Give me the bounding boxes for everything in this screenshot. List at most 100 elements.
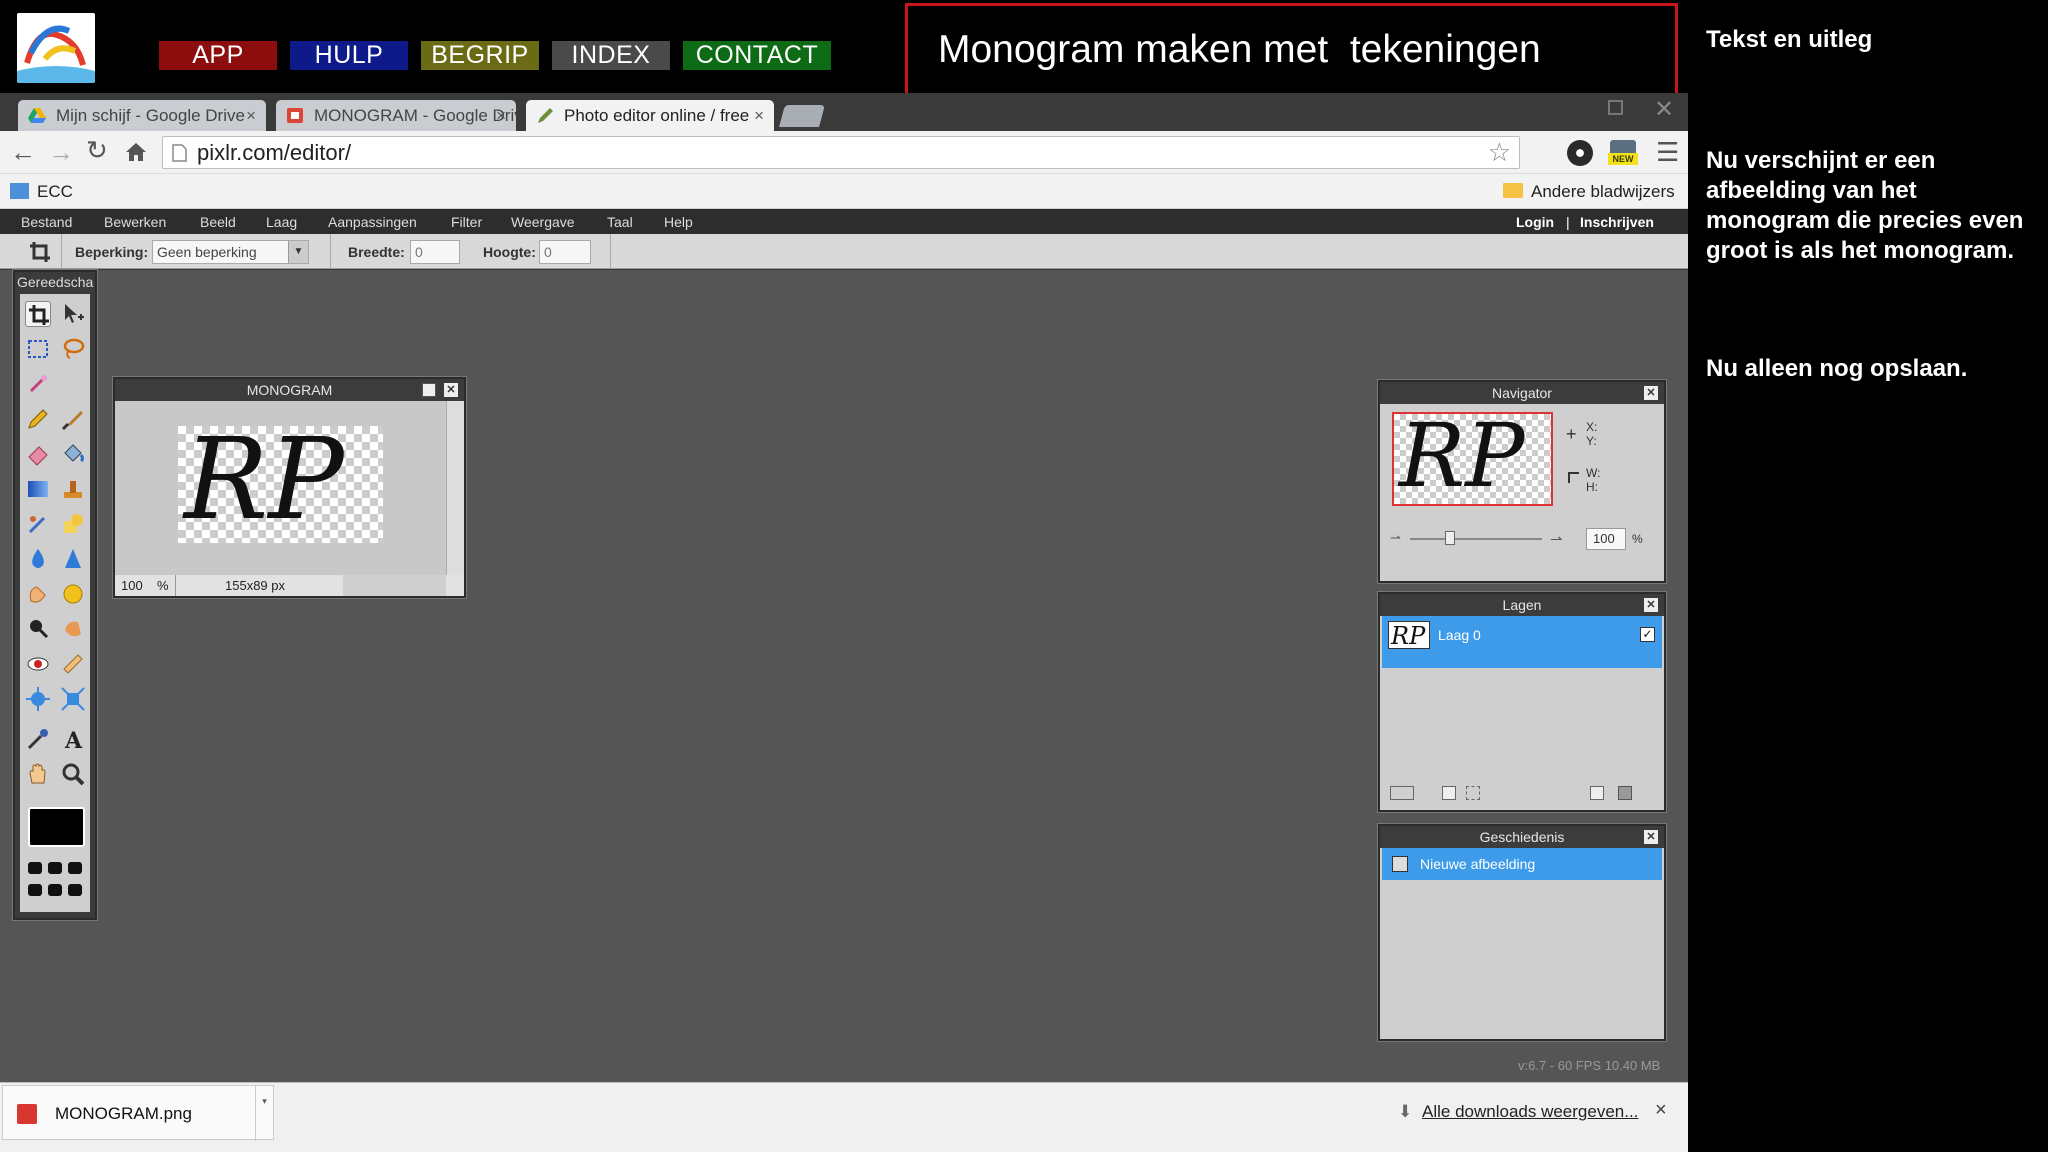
color-replace-icon[interactable] [25, 511, 51, 537]
menu-aanpassingen[interactable]: Aanpassingen [328, 214, 417, 230]
menu-beeld[interactable]: Beeld [200, 214, 236, 230]
nav-index-button[interactable]: INDEX [552, 41, 670, 70]
tab-google-drive[interactable]: Mijn schijf - Google Drive × [18, 100, 266, 131]
chrome-extension-icon[interactable] [1567, 140, 1593, 166]
image-size: 155x89 px [225, 578, 285, 593]
site-logo[interactable] [17, 13, 95, 83]
dodge-icon[interactable] [25, 616, 51, 642]
zoom-level[interactable]: 100 [121, 575, 143, 596]
stamp-icon[interactable] [60, 476, 86, 502]
menu-laag[interactable]: Laag [266, 214, 297, 230]
zoom-in-icon[interactable]: ⇀ [1550, 530, 1563, 548]
address-bar[interactable]: pixlr.com/editor/ ☆ [162, 136, 1520, 169]
spot-heal-icon[interactable] [60, 651, 86, 677]
lasso-icon[interactable] [60, 336, 86, 362]
download-item[interactable]: MONOGRAM.png ▾ [2, 1085, 274, 1141]
tab-monogram-drive[interactable]: MONOGRAM - Google Drive × [276, 100, 516, 131]
crop-icon[interactable] [25, 301, 51, 327]
color-picker-icon[interactable] [25, 726, 51, 752]
beperking-select[interactable]: Geen beperking ▼ [152, 240, 309, 264]
download-menu-icon[interactable]: ▾ [255, 1086, 273, 1141]
nav-app-button[interactable]: APP [159, 41, 277, 70]
breedte-field[interactable]: 0 [410, 240, 460, 264]
smudge-icon[interactable] [25, 581, 51, 607]
new-tab-button[interactable] [779, 105, 825, 127]
sponge-icon[interactable] [60, 581, 86, 607]
navigator-zoom-field[interactable]: 100 [1586, 528, 1626, 550]
new-extension-icon[interactable]: NEW [1608, 138, 1638, 168]
history-panel: Geschiedenis ✕ Nieuwe afbeelding [1378, 824, 1666, 1041]
signup-link[interactable]: Inschrijven [1580, 214, 1654, 230]
zoom-slider[interactable] [1410, 531, 1542, 545]
nav-begrip-button[interactable]: BEGRIP [421, 41, 539, 70]
sharpen-icon[interactable] [60, 546, 86, 572]
home-icon[interactable] [124, 140, 148, 164]
close-tab-icon[interactable]: × [246, 100, 256, 131]
pencil-icon[interactable] [25, 406, 51, 432]
nav-contact-button[interactable]: CONTACT [683, 41, 831, 70]
brush-icon[interactable] [60, 406, 86, 432]
close-tab-icon[interactable]: × [496, 100, 506, 131]
shape-icon[interactable] [60, 511, 86, 537]
close-icon[interactable]: ✕ [1644, 598, 1658, 612]
foreground-color-swatch[interactable] [28, 807, 85, 847]
hoogte-field[interactable]: 0 [539, 240, 591, 264]
trash-icon[interactable] [1618, 786, 1632, 800]
blur-icon[interactable] [25, 546, 51, 572]
menu-taal[interactable]: Taal [607, 214, 633, 230]
marquee-icon[interactable] [25, 336, 51, 362]
menu-bestand[interactable]: Bestand [21, 214, 72, 230]
reload-icon[interactable]: ↻ [86, 135, 108, 166]
close-icon[interactable]: ✕ [1644, 830, 1658, 844]
layer-settings-icon[interactable] [1390, 786, 1414, 800]
layer-style-icon[interactable] [1442, 786, 1456, 800]
bookmark-ecc[interactable]: ECC [37, 182, 73, 202]
chrome-menu-icon[interactable]: ☰ [1656, 137, 1679, 168]
layer-visibility-checkbox[interactable]: ✓ [1640, 627, 1655, 642]
vertical-scrollbar[interactable] [446, 401, 464, 575]
magic-wand-icon[interactable] [25, 371, 51, 397]
close-window-icon[interactable]: ✕ [1654, 95, 1674, 124]
red-eye-icon[interactable] [25, 651, 51, 677]
menu-bewerken[interactable]: Bewerken [104, 214, 166, 230]
gradient-icon[interactable] [25, 476, 51, 502]
pinch-icon[interactable] [60, 686, 86, 712]
nav-hulp-button[interactable]: HULP [290, 41, 408, 70]
layer-mask-icon[interactable] [1466, 786, 1480, 800]
tool-grid-toggle[interactable] [26, 860, 86, 900]
layer-row[interactable]: RP Laag 0 ✓ [1382, 616, 1662, 668]
menu-weergave[interactable]: Weergave [511, 214, 575, 230]
close-tab-icon[interactable]: × [754, 100, 764, 131]
history-item[interactable]: Nieuwe afbeelding [1382, 848, 1662, 880]
restore-window-icon[interactable] [1608, 100, 1623, 115]
bookmark-star-icon[interactable]: ☆ [1488, 137, 1511, 168]
new-layer-icon[interactable] [1590, 786, 1604, 800]
tab-pixlr[interactable]: Photo editor online / free × [526, 100, 774, 131]
move-icon[interactable] [60, 301, 86, 327]
url-text: pixlr.com/editor/ [197, 140, 352, 165]
menu-help[interactable]: Help [664, 214, 693, 230]
maximize-icon[interactable] [422, 383, 436, 397]
hand-icon[interactable] [25, 761, 51, 787]
zoom-slider-thumb[interactable] [1444, 531, 1455, 545]
login-link[interactable]: Login [1516, 214, 1554, 230]
horizontal-scrollbar[interactable] [343, 575, 446, 596]
text-icon[interactable]: A [60, 726, 86, 754]
eraser-icon[interactable] [25, 441, 51, 467]
pixlr-workspace[interactable]: Gereedscha A MONOGRAM ✕ RP 100 % 155x89 … [0, 270, 1688, 1082]
zoom-icon[interactable] [60, 761, 86, 787]
close-icon[interactable]: ✕ [444, 383, 458, 397]
close-downloads-icon[interactable]: × [1655, 1099, 1667, 1122]
burn-icon[interactable] [60, 616, 86, 642]
zoom-out-icon[interactable]: ⇀ [1390, 530, 1401, 546]
other-bookmarks[interactable]: Andere bladwijzers [1531, 182, 1675, 202]
close-icon[interactable]: ✕ [1644, 386, 1658, 400]
paint-bucket-icon[interactable] [60, 441, 86, 467]
forward-arrow-icon[interactable]: → [48, 137, 74, 168]
canvas-image[interactable]: RP [178, 426, 383, 543]
back-arrow-icon[interactable]: ← [10, 137, 36, 168]
all-downloads-link[interactable]: Alle downloads weergeven... [1422, 1102, 1638, 1122]
navigator-preview[interactable]: RP [1392, 412, 1553, 506]
bloat-icon[interactable] [25, 686, 51, 712]
menu-filter[interactable]: Filter [451, 214, 482, 230]
